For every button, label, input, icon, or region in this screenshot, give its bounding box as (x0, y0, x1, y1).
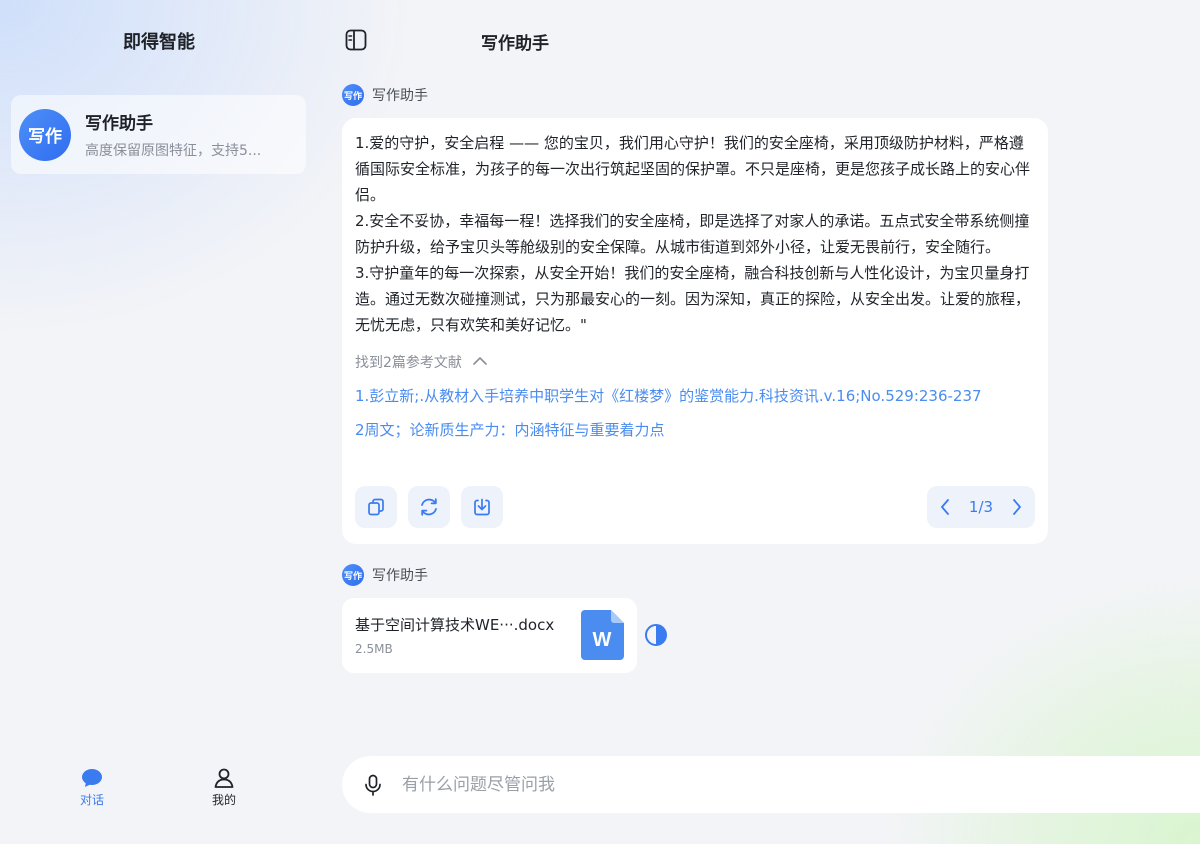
chat-bubble-icon (82, 769, 102, 787)
word-icon-letter: W (593, 629, 612, 651)
sender-avatar: 写作 (342, 84, 364, 106)
file-attachment-card[interactable]: 基于空间计算技术WE···.docx 2.5MB W (342, 598, 637, 673)
nav-item-mine[interactable]: 我的 (184, 768, 264, 808)
message-paragraph: 1.爱的守护，安全启程 —— 您的宝贝，我们用心守护！我们的安全座椅，采用顶级防… (355, 134, 1031, 204)
nav-label-mine: 我的 (211, 793, 236, 807)
chat-title: 写作助手 (481, 34, 549, 54)
chat-input-bar (342, 756, 1200, 813)
references-header[interactable]: 找到2篇参考文献 (355, 352, 1035, 372)
chevron-right-icon[interactable] (1011, 498, 1023, 516)
file-size: 2.5MB (355, 642, 393, 656)
message-sender: 写作 写作助手 (342, 564, 428, 586)
sender-avatar: 写作 (342, 564, 364, 586)
copy-button[interactable] (355, 486, 397, 528)
chat-input[interactable] (402, 774, 1102, 795)
word-document-icon: W (581, 610, 624, 660)
references-count: 找到2篇参考文献 (355, 355, 462, 371)
file-name: 基于空间计算技术WE···.docx (355, 616, 555, 634)
microphone-icon (365, 774, 381, 796)
message-actions (355, 486, 503, 528)
message-card: 1.爱的守护，安全启程 —— 您的宝贝，我们用心守护！我们的安全座椅，采用顶级防… (342, 118, 1048, 544)
pager-text: 1/3 (968, 498, 994, 516)
assistant-name: 写作助手 (85, 114, 153, 134)
assistant-text: 写作助手 高度保留原图特征，支持5... (85, 109, 285, 160)
bottom-nav: 对话 我的 (0, 768, 318, 818)
assistant-description: 高度保留原图特征，支持5... (85, 143, 262, 159)
sender-name: 写作助手 (372, 568, 428, 584)
microphone-button[interactable] (362, 774, 384, 796)
reference-link-2[interactable]: 2周文；论新质生产力：内涵特征与重要着力点 (355, 420, 1035, 440)
regenerate-icon (421, 498, 437, 516)
regenerate-button[interactable] (408, 486, 450, 528)
chevron-left-icon[interactable] (939, 498, 951, 516)
assistant-card-writing[interactable]: 写作 写作助手 高度保留原图特征，支持5... (11, 95, 306, 174)
download-icon (474, 498, 490, 516)
person-icon (214, 768, 234, 788)
chevron-up-icon[interactable] (472, 354, 488, 370)
sidebar: 即得智能 写作 写作助手 高度保留原图特征，支持5... 对话 我的 (0, 0, 318, 844)
nav-item-chat[interactable]: 对话 (52, 768, 132, 808)
message-paragraph: 2.安全不妥协，幸福每一程！选择我们的安全座椅，即是选择了对家人的承诺。五点式安… (355, 212, 1030, 256)
sender-name: 写作助手 (372, 88, 428, 104)
message-paragraph: 3.守护童年的每一次探索，从安全开始！我们的安全座椅，融合科技创新与人性化设计，… (355, 264, 1031, 334)
message-sender: 写作 写作助手 (342, 84, 428, 106)
download-button[interactable] (461, 486, 503, 528)
response-pager: 1/3 (927, 486, 1035, 528)
reference-link-1[interactable]: 1.彭立新;.从教材入手培养中职学生对《红楼梦》的鉴赏能力.科技资讯.v.16;… (355, 386, 1035, 406)
contrast-icon[interactable] (644, 623, 668, 647)
nav-label-chat: 对话 (79, 793, 104, 807)
assistant-avatar: 写作 (19, 108, 71, 161)
copy-icon (368, 498, 384, 516)
